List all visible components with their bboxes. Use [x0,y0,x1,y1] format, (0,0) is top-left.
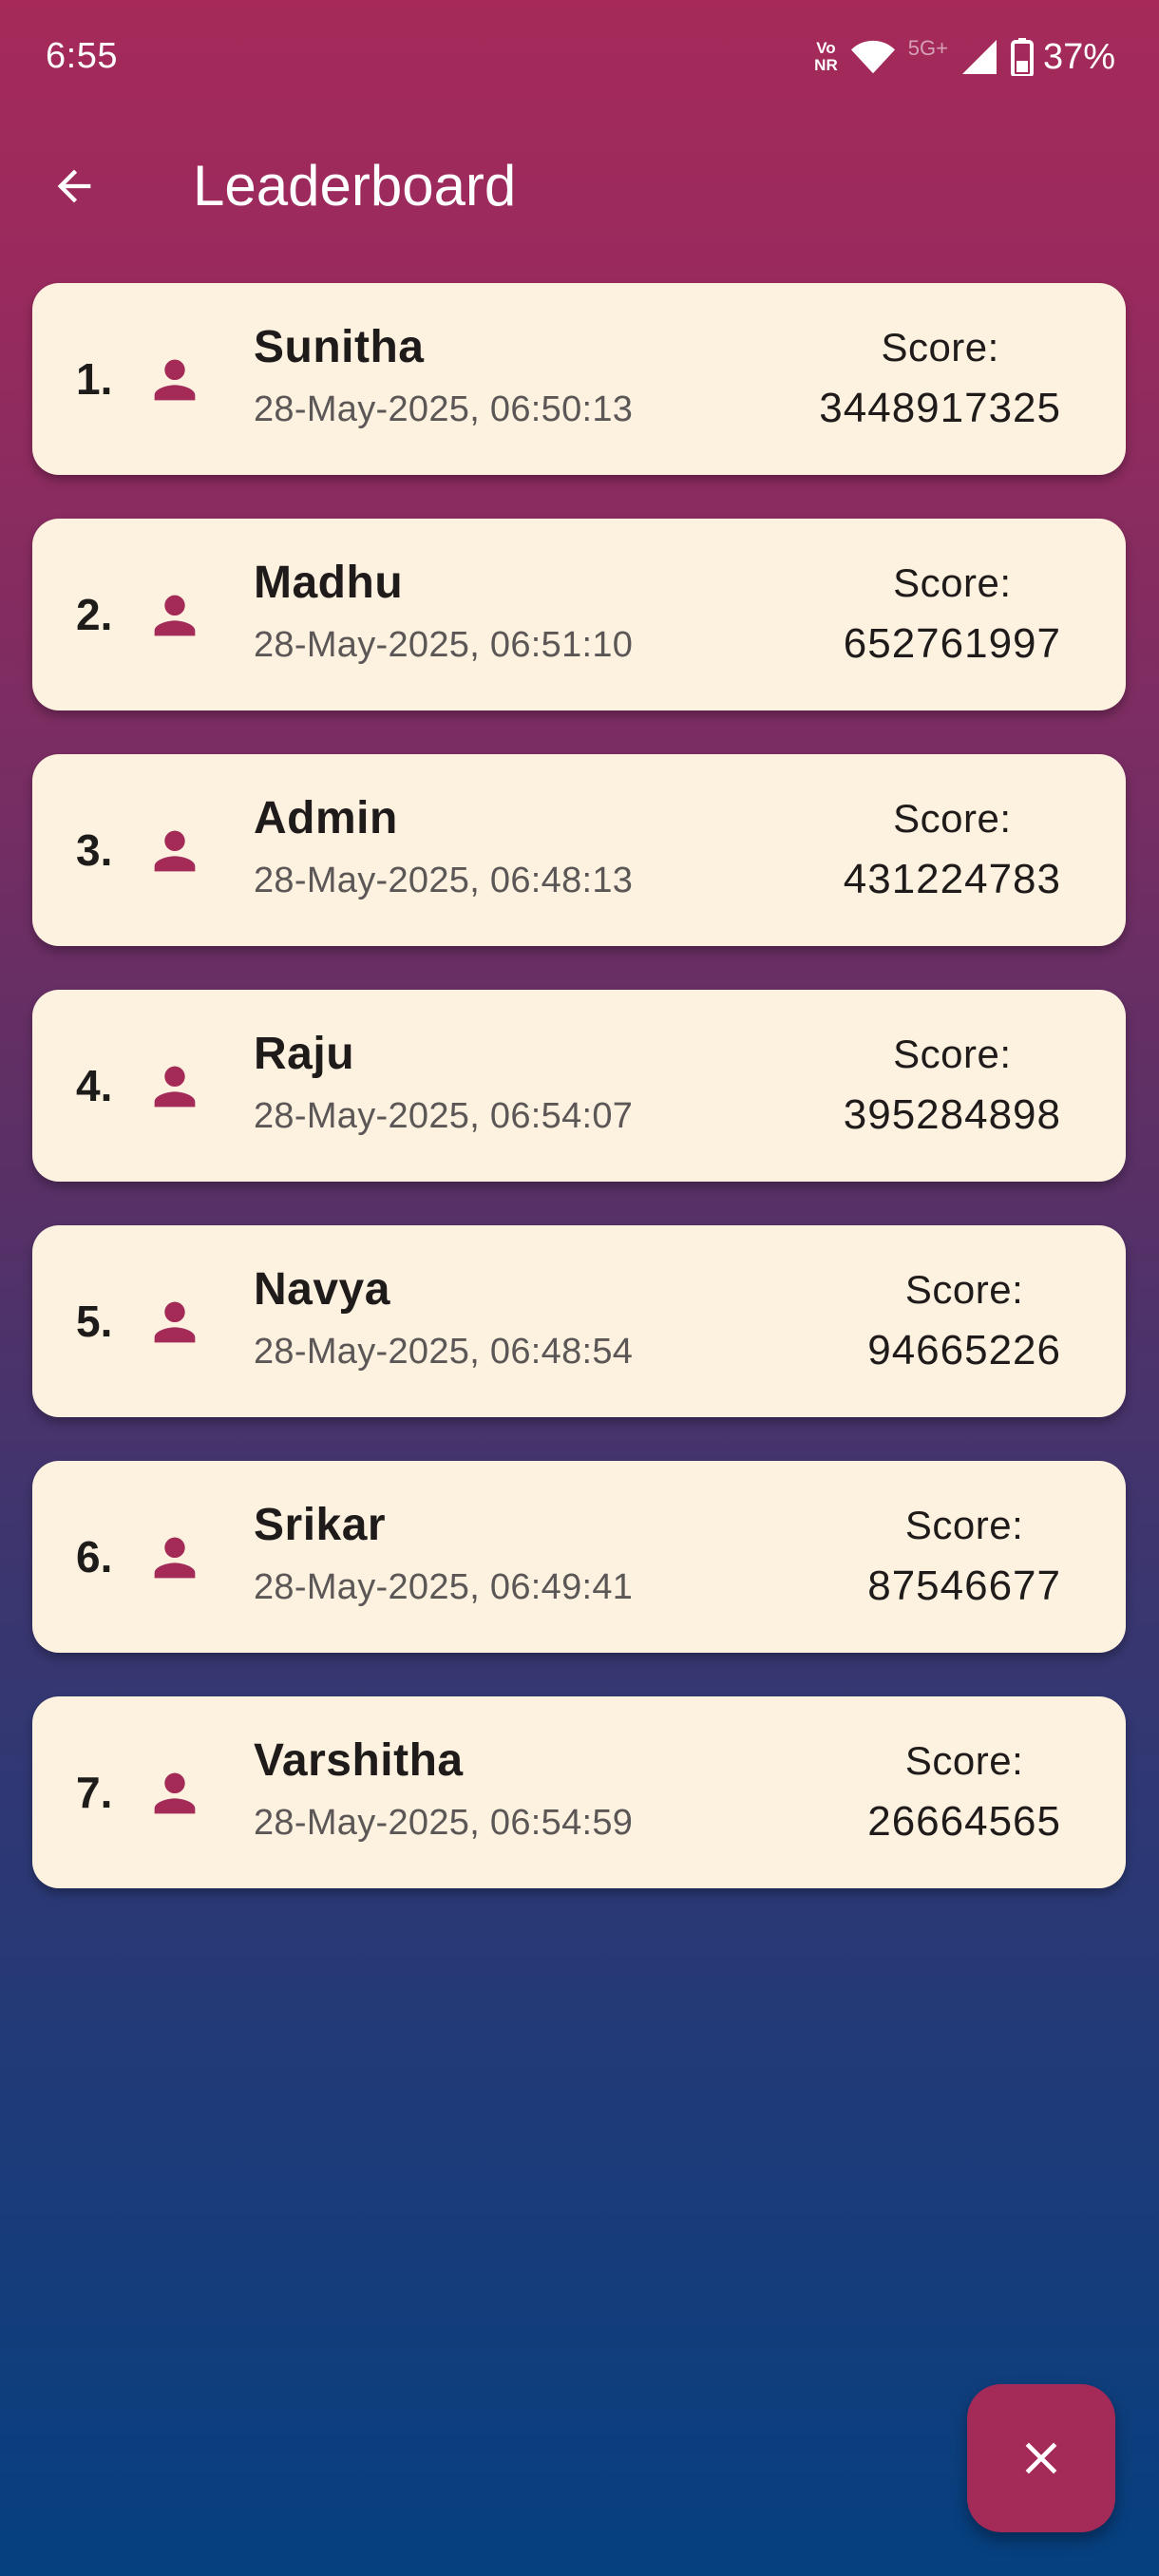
person-icon [154,1537,196,1579]
close-button[interactable] [967,2384,1115,2532]
rank-number: 2. [76,590,113,639]
volte-line1: Vo [816,39,836,57]
battery-icon [1010,38,1034,76]
leaderboard-entry[interactable]: 4. Raju 28-May-2025, 06:54:07 Score: 395… [32,990,1126,1182]
close-icon [1025,2442,1057,2474]
score-label: Score: [904,1503,1024,1547]
leaderboard-entry[interactable]: 2. Madhu 28-May-2025, 06:51:10 Score: 65… [32,519,1126,710]
page-title: Leaderboard [193,154,517,218]
player-name: Sunitha [254,322,425,372]
rank-number: 1. [76,354,113,404]
score-label: Score: [881,325,999,369]
score-block: Score: 26664565 [867,1736,1061,1850]
arrow-back-icon [57,169,91,203]
score-value: 652761997 [843,620,1061,667]
player-date: 28-May-2025, 06:54:59 [254,1803,634,1843]
score-block: Score: 94665226 [867,1265,1061,1379]
person-icon [154,830,196,872]
leaderboard-entry[interactable]: 3. Admin 28-May-2025, 06:48:13 Score: 43… [32,754,1126,946]
player-date: 28-May-2025, 06:51:10 [254,625,634,665]
score-value: 3448917325 [819,385,1061,431]
rank-number: 5. [76,1297,113,1346]
score-value: 26664565 [867,1798,1061,1845]
rank-number: 7. [76,1768,113,1817]
player-name: Madhu [254,558,404,608]
cell-signal-icon [961,40,997,74]
app-bar: Leaderboard [0,133,1159,237]
leaderboard-entry[interactable]: 1. Sunitha 28-May-2025, 06:50:13 Score: … [32,283,1126,475]
score-value: 87546677 [867,1563,1061,1609]
player-name: Srikar [254,1500,387,1550]
score-value: 94665226 [867,1327,1061,1373]
player-name: Raju [254,1029,355,1079]
score-block: Score: 652761997 [844,559,1061,672]
status-icons: Vo NR 5G+ 37% [814,32,1115,82]
person-icon [154,359,196,401]
rank-number: 6. [76,1532,113,1582]
person-icon [154,1301,196,1343]
player-date: 28-May-2025, 06:54:07 [254,1096,634,1136]
score-block: Score: 395284898 [844,1030,1061,1144]
leaderboard-entry[interactable]: 6. Srikar 28-May-2025, 06:49:41 Score: 8… [32,1461,1126,1653]
player-date: 28-May-2025, 06:48:54 [254,1332,634,1372]
person-icon [154,1772,196,1814]
score-block: Score: 431224783 [844,794,1061,908]
leaderboard-entry[interactable]: 7. Varshitha 28-May-2025, 06:54:59 Score… [32,1696,1126,1888]
status-bar: 6:55 Vo NR 5G+ 37% [0,0,1159,114]
player-date: 28-May-2025, 06:49:41 [254,1567,634,1607]
player-name: Admin [254,793,398,843]
player-name: Navya [254,1264,390,1315]
score-value: 431224783 [843,856,1061,902]
person-icon [154,1066,196,1108]
back-button[interactable] [40,152,108,220]
battery-percent: 37% [1042,36,1115,77]
score-label: Score: [904,1738,1024,1783]
wifi-icon [850,40,895,74]
rank-number: 4. [76,1061,113,1110]
leaderboard-entry[interactable]: 5. Navya 28-May-2025, 06:48:54 Score: 94… [32,1225,1126,1417]
score-block: Score: 87546677 [867,1501,1061,1615]
player-name: Varshitha [254,1735,464,1786]
volte-icon: Vo NR [814,40,838,74]
volte-line2: NR [814,56,838,74]
score-label: Score: [893,796,1012,841]
player-date: 28-May-2025, 06:50:13 [254,389,634,429]
status-time: 6:55 [46,36,118,76]
rank-number: 3. [76,825,113,875]
person-icon [154,595,196,636]
leaderboard-list: 1. Sunitha 28-May-2025, 06:50:13 Score: … [32,283,1126,1932]
score-label: Score: [893,1032,1012,1076]
score-block: Score: 3448917325 [819,323,1061,437]
player-date: 28-May-2025, 06:48:13 [254,861,634,900]
score-label: Score: [904,1267,1024,1312]
score-value: 395284898 [843,1091,1061,1138]
network-type: 5G+ [907,36,948,60]
score-label: Score: [893,560,1012,605]
